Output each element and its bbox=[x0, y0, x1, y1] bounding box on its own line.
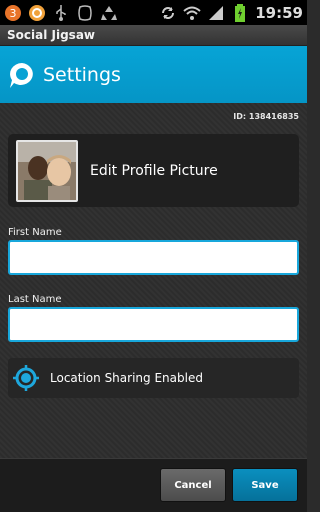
user-id: ID: 138416835 bbox=[233, 112, 299, 121]
recycle-icon bbox=[100, 4, 118, 22]
location-sharing-toggle[interactable]: Location Sharing Enabled bbox=[8, 358, 299, 398]
app-title-bar: Social Jigsaw bbox=[0, 25, 307, 46]
cancel-button[interactable]: Cancel bbox=[160, 468, 226, 502]
wifi-icon bbox=[183, 4, 201, 22]
edit-profile-picture-button[interactable]: Edit Profile Picture bbox=[8, 134, 299, 207]
location-target-icon bbox=[12, 364, 40, 392]
first-name-field[interactable] bbox=[8, 240, 299, 275]
svg-text:3: 3 bbox=[10, 7, 17, 20]
app-name: Social Jigsaw bbox=[7, 28, 95, 42]
notification-badge-icon: 3 bbox=[4, 4, 22, 22]
status-bar: 3 19:59 bbox=[0, 0, 307, 25]
location-sharing-label: Location Sharing Enabled bbox=[50, 371, 203, 385]
app-outline-icon bbox=[76, 4, 94, 22]
avatar bbox=[16, 139, 78, 202]
first-name-label: First Name bbox=[8, 227, 62, 238]
last-name-field[interactable] bbox=[8, 307, 299, 342]
clock: 19:59 bbox=[255, 3, 303, 22]
settings-header: Settings bbox=[0, 46, 307, 103]
last-name-label: Last Name bbox=[8, 294, 62, 305]
save-button[interactable]: Save bbox=[232, 468, 298, 502]
edit-profile-picture-label: Edit Profile Picture bbox=[90, 162, 218, 179]
page-title: Settings bbox=[43, 63, 121, 86]
battery-charging-icon bbox=[231, 3, 249, 22]
app-notification-icon bbox=[28, 4, 46, 22]
speech-bubble-logo-icon bbox=[7, 60, 37, 90]
usb-icon bbox=[52, 4, 70, 22]
signal-icon bbox=[207, 4, 225, 22]
sync-icon bbox=[159, 4, 177, 22]
